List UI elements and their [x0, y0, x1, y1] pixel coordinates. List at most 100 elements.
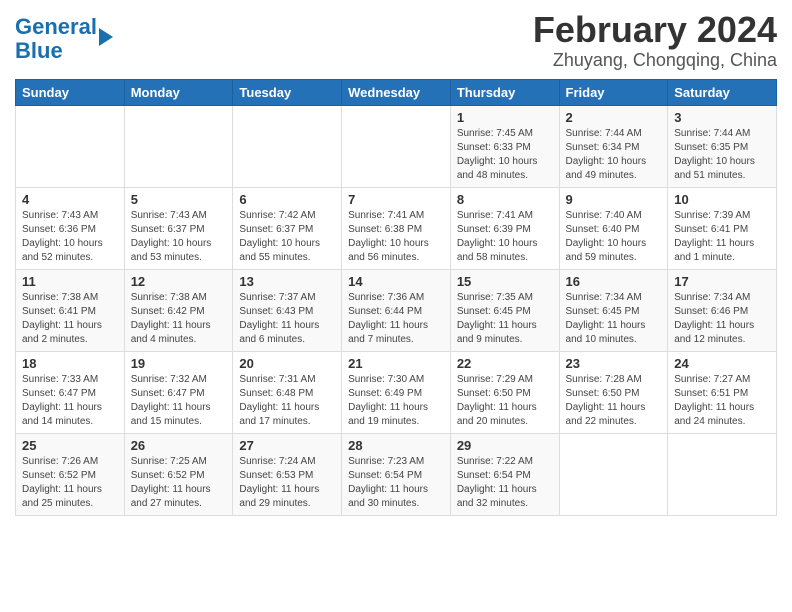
calendar-subtitle: Zhuyang, Chongqing, China [533, 50, 777, 71]
day-info: Sunrise: 7:41 AM Sunset: 6:39 PM Dayligh… [457, 209, 553, 265]
day-number: 23 [566, 356, 662, 371]
day-info: Sunrise: 7:25 AM Sunset: 6:52 PM Dayligh… [131, 455, 227, 511]
cell-w1-d0: 4 Sunrise: 7:43 AM Sunset: 6:36 PM Daylig… [16, 187, 125, 269]
header-thursday: Thursday [450, 79, 559, 105]
day-number: 11 [22, 274, 118, 289]
cell-w1-d5: 9 Sunrise: 7:40 AM Sunset: 6:40 PM Daylig… [559, 187, 668, 269]
cell-w2-d6: 17 Sunrise: 7:34 AM Sunset: 6:46 PM Dayli… [668, 269, 777, 351]
day-number: 19 [131, 356, 227, 371]
day-info: Sunrise: 7:44 AM Sunset: 6:35 PM Dayligh… [674, 127, 770, 183]
cell-w3-d0: 18 Sunrise: 7:33 AM Sunset: 6:47 PM Dayli… [16, 351, 125, 433]
day-info: Sunrise: 7:43 AM Sunset: 6:36 PM Dayligh… [22, 209, 118, 265]
cell-w3-d3: 21 Sunrise: 7:30 AM Sunset: 6:49 PM Dayli… [342, 351, 451, 433]
calendar-header-row: SundayMondayTuesdayWednesdayThursdayFrid… [16, 79, 777, 105]
day-number: 14 [348, 274, 444, 289]
header: General Blue February 2024 Zhuyang, Chon… [15, 10, 777, 71]
day-info: Sunrise: 7:38 AM Sunset: 6:42 PM Dayligh… [131, 291, 227, 347]
cell-w2-d1: 12 Sunrise: 7:38 AM Sunset: 6:42 PM Dayli… [124, 269, 233, 351]
day-number: 16 [566, 274, 662, 289]
day-info: Sunrise: 7:26 AM Sunset: 6:52 PM Dayligh… [22, 455, 118, 511]
day-number: 2 [566, 110, 662, 125]
page-container: General Blue February 2024 Zhuyang, Chon… [0, 0, 792, 521]
day-info: Sunrise: 7:24 AM Sunset: 6:53 PM Dayligh… [239, 455, 335, 511]
day-number: 4 [22, 192, 118, 207]
cell-w3-d5: 23 Sunrise: 7:28 AM Sunset: 6:50 PM Dayli… [559, 351, 668, 433]
day-info: Sunrise: 7:34 AM Sunset: 6:46 PM Dayligh… [674, 291, 770, 347]
day-number: 18 [22, 356, 118, 371]
cell-w4-d1: 26Sunrise: 7:25 AM Sunset: 6:52 PM Dayli… [124, 433, 233, 515]
header-tuesday: Tuesday [233, 79, 342, 105]
cell-w3-d6: 24 Sunrise: 7:27 AM Sunset: 6:51 PM Dayli… [668, 351, 777, 433]
cell-w0-d5: 2 Sunrise: 7:44 AM Sunset: 6:34 PM Daylig… [559, 105, 668, 187]
day-number: 13 [239, 274, 335, 289]
week-row-1: 4 Sunrise: 7:43 AM Sunset: 6:36 PM Daylig… [16, 187, 777, 269]
header-friday: Friday [559, 79, 668, 105]
cell-w3-d4: 22Sunrise: 7:29 AM Sunset: 6:50 PM Dayli… [450, 351, 559, 433]
calendar-table: SundayMondayTuesdayWednesdayThursdayFrid… [15, 79, 777, 516]
day-number: 6 [239, 192, 335, 207]
header-saturday: Saturday [668, 79, 777, 105]
day-number: 25 [22, 438, 118, 453]
logo-blue: Blue [15, 38, 63, 63]
cell-w1-d2: 6 Sunrise: 7:42 AM Sunset: 6:37 PM Daylig… [233, 187, 342, 269]
day-info: Sunrise: 7:31 AM Sunset: 6:48 PM Dayligh… [239, 373, 335, 429]
header-sunday: Sunday [16, 79, 125, 105]
day-info: Sunrise: 7:42 AM Sunset: 6:37 PM Dayligh… [239, 209, 335, 265]
day-number: 28 [348, 438, 444, 453]
day-number: 7 [348, 192, 444, 207]
header-monday: Monday [124, 79, 233, 105]
cell-w1-d6: 10 Sunrise: 7:39 AM Sunset: 6:41 PM Dayli… [668, 187, 777, 269]
week-row-4: 25 Sunrise: 7:26 AM Sunset: 6:52 PM Dayli… [16, 433, 777, 515]
cell-w2-d5: 16 Sunrise: 7:34 AM Sunset: 6:45 PM Dayli… [559, 269, 668, 351]
day-info: Sunrise: 7:35 AM Sunset: 6:45 PM Dayligh… [457, 291, 553, 347]
day-info: Sunrise: 7:32 AM Sunset: 6:47 PM Dayligh… [131, 373, 227, 429]
cell-w4-d3: 28 Sunrise: 7:23 AM Sunset: 6:54 PM Dayli… [342, 433, 451, 515]
cell-w4-d5 [559, 433, 668, 515]
day-number: 21 [348, 356, 444, 371]
cell-w4-d2: 27 Sunrise: 7:24 AM Sunset: 6:53 PM Dayli… [233, 433, 342, 515]
day-info: Sunrise: 7:41 AM Sunset: 6:38 PM Dayligh… [348, 209, 444, 265]
calendar-title: February 2024 [533, 10, 777, 50]
cell-w2-d0: 11Sunrise: 7:38 AM Sunset: 6:41 PM Dayli… [16, 269, 125, 351]
day-number: 1 [457, 110, 553, 125]
day-info: Sunrise: 7:33 AM Sunset: 6:47 PM Dayligh… [22, 373, 118, 429]
day-number: 27 [239, 438, 335, 453]
cell-w1-d4: 8 Sunrise: 7:41 AM Sunset: 6:39 PM Daylig… [450, 187, 559, 269]
logo: General Blue [15, 10, 113, 63]
cell-w3-d1: 19 Sunrise: 7:32 AM Sunset: 6:47 PM Dayli… [124, 351, 233, 433]
title-block: February 2024 Zhuyang, Chongqing, China [533, 10, 777, 71]
day-number: 12 [131, 274, 227, 289]
day-info: Sunrise: 7:30 AM Sunset: 6:49 PM Dayligh… [348, 373, 444, 429]
cell-w0-d4: 1Sunrise: 7:45 AM Sunset: 6:33 PM Daylig… [450, 105, 559, 187]
day-number: 17 [674, 274, 770, 289]
logo-general: General [15, 14, 97, 39]
day-info: Sunrise: 7:27 AM Sunset: 6:51 PM Dayligh… [674, 373, 770, 429]
cell-w4-d0: 25 Sunrise: 7:26 AM Sunset: 6:52 PM Dayli… [16, 433, 125, 515]
day-info: Sunrise: 7:44 AM Sunset: 6:34 PM Dayligh… [566, 127, 662, 183]
day-number: 22 [457, 356, 553, 371]
day-number: 10 [674, 192, 770, 207]
cell-w0-d0 [16, 105, 125, 187]
cell-w2-d4: 15 Sunrise: 7:35 AM Sunset: 6:45 PM Dayli… [450, 269, 559, 351]
logo-arrow-icon [99, 28, 113, 46]
day-info: Sunrise: 7:22 AM Sunset: 6:54 PM Dayligh… [457, 455, 553, 511]
day-number: 20 [239, 356, 335, 371]
day-info: Sunrise: 7:28 AM Sunset: 6:50 PM Dayligh… [566, 373, 662, 429]
day-number: 15 [457, 274, 553, 289]
cell-w1-d3: 7 Sunrise: 7:41 AM Sunset: 6:38 PM Daylig… [342, 187, 451, 269]
cell-w0-d2 [233, 105, 342, 187]
day-info: Sunrise: 7:40 AM Sunset: 6:40 PM Dayligh… [566, 209, 662, 265]
day-number: 24 [674, 356, 770, 371]
day-info: Sunrise: 7:34 AM Sunset: 6:45 PM Dayligh… [566, 291, 662, 347]
day-number: 9 [566, 192, 662, 207]
cell-w0-d6: 3 Sunrise: 7:44 AM Sunset: 6:35 PM Daylig… [668, 105, 777, 187]
day-number: 3 [674, 110, 770, 125]
day-info: Sunrise: 7:43 AM Sunset: 6:37 PM Dayligh… [131, 209, 227, 265]
week-row-3: 18 Sunrise: 7:33 AM Sunset: 6:47 PM Dayli… [16, 351, 777, 433]
cell-w1-d1: 5Sunrise: 7:43 AM Sunset: 6:37 PM Daylig… [124, 187, 233, 269]
week-row-0: 1Sunrise: 7:45 AM Sunset: 6:33 PM Daylig… [16, 105, 777, 187]
day-info: Sunrise: 7:39 AM Sunset: 6:41 PM Dayligh… [674, 209, 770, 265]
day-info: Sunrise: 7:23 AM Sunset: 6:54 PM Dayligh… [348, 455, 444, 511]
cell-w4-d4: 29Sunrise: 7:22 AM Sunset: 6:54 PM Dayli… [450, 433, 559, 515]
day-number: 8 [457, 192, 553, 207]
